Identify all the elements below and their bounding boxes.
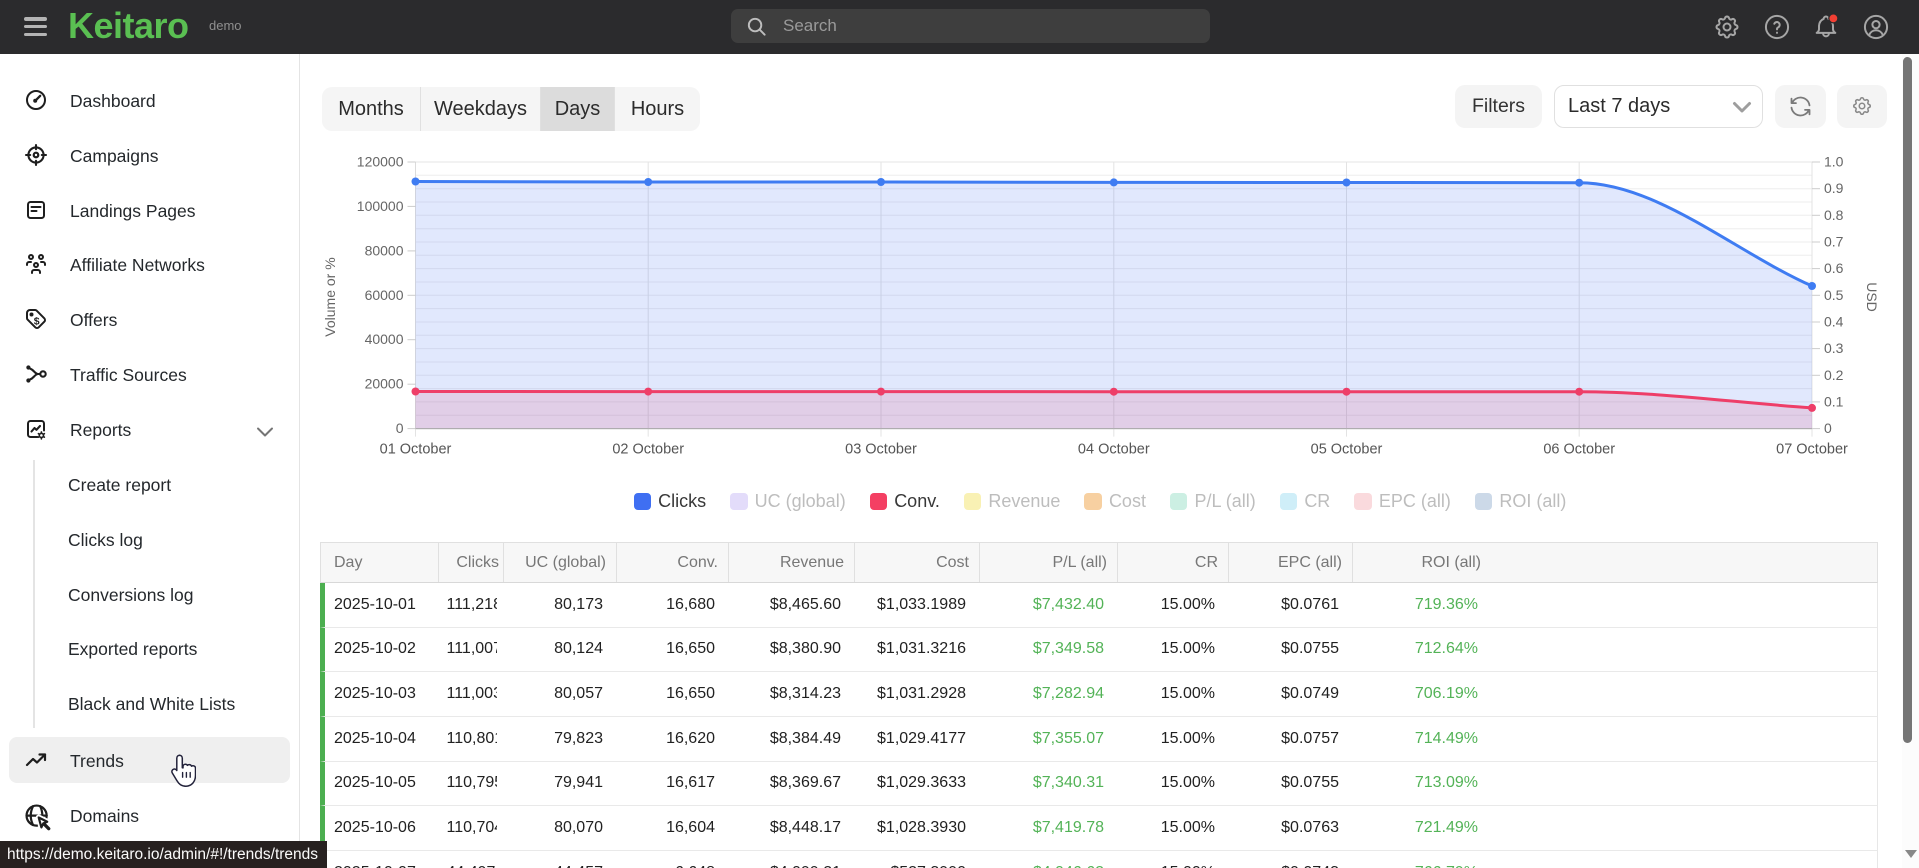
svg-text:0.1: 0.1 <box>1824 393 1844 409</box>
svg-text:0.6: 0.6 <box>1824 260 1844 276</box>
svg-text:05 October: 05 October <box>1311 442 1383 458</box>
svg-text:02 October: 02 October <box>612 442 684 458</box>
svg-text:0.2: 0.2 <box>1824 367 1844 383</box>
svg-text:0.7: 0.7 <box>1824 234 1844 250</box>
svg-text:$: $ <box>34 315 40 327</box>
svg-text:20000: 20000 <box>365 376 404 392</box>
svg-text:USD: USD <box>1864 282 1880 312</box>
svg-text:04 October: 04 October <box>1078 442 1150 458</box>
svg-text:06 October: 06 October <box>1543 442 1615 458</box>
svg-text:0.5: 0.5 <box>1824 287 1844 303</box>
svg-text:60000: 60000 <box>365 287 404 303</box>
svg-text:07 October: 07 October <box>1776 442 1848 458</box>
svg-text:120000: 120000 <box>357 154 404 170</box>
svg-text:0.3: 0.3 <box>1824 340 1844 356</box>
svg-text:0.4: 0.4 <box>1824 314 1844 330</box>
svg-text:1.0: 1.0 <box>1824 154 1844 170</box>
svg-text:0.8: 0.8 <box>1824 207 1844 223</box>
svg-text:01 October: 01 October <box>380 442 452 458</box>
svg-text:40000: 40000 <box>365 331 404 347</box>
svg-text:03 October: 03 October <box>845 442 917 458</box>
svg-text:100000: 100000 <box>357 198 404 214</box>
svg-text:0: 0 <box>396 420 404 436</box>
svg-text:0.9: 0.9 <box>1824 180 1844 196</box>
svg-text:0: 0 <box>1824 420 1832 436</box>
svg-text:Volume or %: Volume or % <box>322 257 338 336</box>
svg-text:80000: 80000 <box>365 242 404 258</box>
